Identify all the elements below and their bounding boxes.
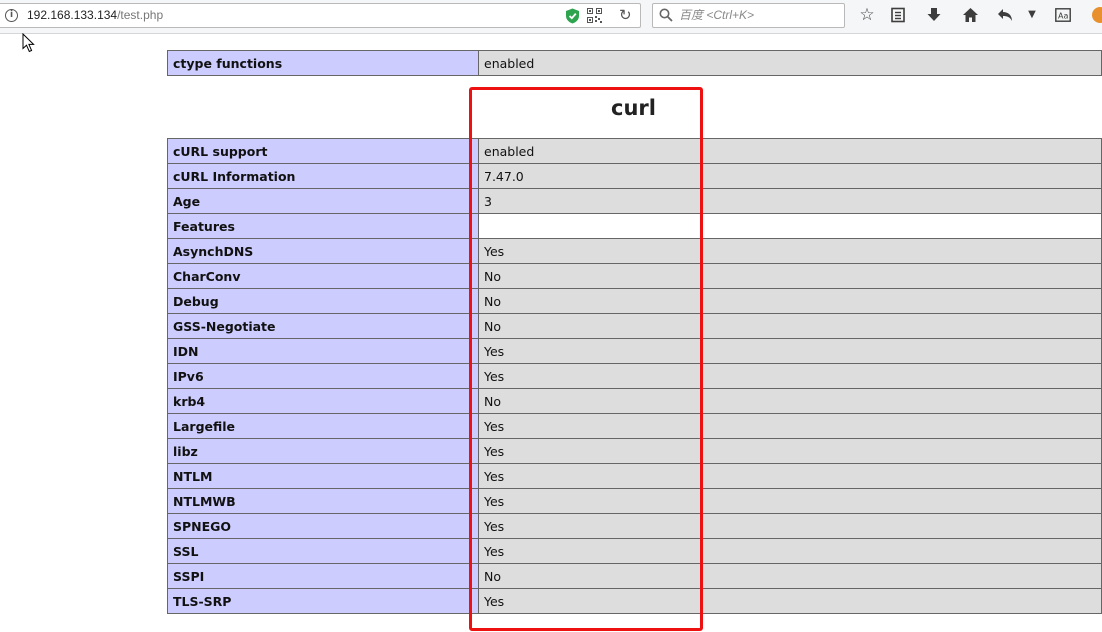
search-icon [659,8,673,22]
row-value: Yes [478,538,1102,564]
row-value: Yes [478,513,1102,539]
row-label: CharConv [167,263,479,289]
row-value: Yes [478,338,1102,364]
address-bar[interactable]: i 192.168.133.134/test.php ↻ [0,3,641,28]
curl-table: cURL support enabled cURL Information 7.47… [167,138,1102,614]
qr-code-icon[interactable] [587,8,602,23]
url-host: 192.168.133.134 [27,8,118,22]
table-row: Features [167,213,1102,239]
search-bar[interactable]: 百度 <Ctrl+K> [652,3,845,28]
row-label: Age [167,188,479,214]
reload-icon[interactable]: ↻ [619,6,632,25]
row-label: ctype functions [167,50,479,76]
table-row: Debug No [167,288,1102,314]
row-label: IPv6 [167,363,479,389]
row-value: Yes [478,413,1102,439]
row-value: 3 [478,188,1102,214]
row-label: libz [167,438,479,464]
back-icon[interactable] [995,5,1015,25]
table-row: SPNEGO Yes [167,513,1102,539]
row-label: SSL [167,538,479,564]
svg-text:Aa: Aa [1058,12,1068,21]
reader-mode-icon[interactable]: Aa [1053,5,1073,25]
table-row: ctype functions enabled [167,50,1102,76]
row-label: Debug [167,288,479,314]
table-row: cURL support enabled [167,138,1102,164]
row-value: enabled [478,138,1102,164]
url-text[interactable]: 192.168.133.134/test.php [27,8,163,23]
row-label: Features [167,213,479,239]
avatar-icon[interactable] [1092,7,1102,23]
row-label: Largefile [167,413,479,439]
shield-icon[interactable] [565,8,580,24]
table-row: IPv6 Yes [167,363,1102,389]
section-title: curl [611,96,656,120]
row-value: No [478,563,1102,589]
table-row: IDN Yes [167,338,1102,364]
url-path: /test.php [117,8,164,22]
table-row: AsynchDNS Yes [167,238,1102,264]
browser-toolbar: i 192.168.133.134/test.php ↻ 百度 <Ctrl+K>… [0,0,1102,34]
table-row: krb4 No [167,388,1102,414]
ctype-table: ctype functions enabled [167,50,1102,76]
row-value: Yes [478,588,1102,614]
row-value: No [478,263,1102,289]
reader-list-icon[interactable] [888,5,908,25]
row-value: No [478,388,1102,414]
row-label: AsynchDNS [167,238,479,264]
table-row: NTLMWB Yes [167,488,1102,514]
row-label: GSS-Negotiate [167,313,479,339]
row-value: 7.47.0 [478,163,1102,189]
search-placeholder: 百度 <Ctrl+K> [679,8,755,22]
row-value: No [478,288,1102,314]
row-label: SPNEGO [167,513,479,539]
row-label: IDN [167,338,479,364]
row-value: No [478,313,1102,339]
row-label: SSPI [167,563,479,589]
menu-dropdown-icon[interactable]: ▼ [1022,5,1042,25]
table-row: Age 3 [167,188,1102,214]
table-row: NTLM Yes [167,463,1102,489]
row-value: Yes [478,238,1102,264]
table-row: CharConv No [167,263,1102,289]
row-label: cURL Information [167,163,479,189]
table-row: TLS-SRP Yes [167,588,1102,614]
mouse-cursor-icon [22,33,35,53]
table-row: GSS-Negotiate No [167,313,1102,339]
info-icon[interactable]: i [5,9,18,22]
table-row: Largefile Yes [167,413,1102,439]
table-row: cURL Information 7.47.0 [167,163,1102,189]
row-value [478,213,1102,239]
home-icon[interactable] [960,5,980,25]
row-label: krb4 [167,388,479,414]
row-value: enabled [478,50,1102,76]
table-row: libz Yes [167,438,1102,464]
row-value: Yes [478,463,1102,489]
row-label: cURL support [167,138,479,164]
row-label: NTLM [167,463,479,489]
row-label: NTLMWB [167,488,479,514]
table-row: SSPI No [167,563,1102,589]
row-value: Yes [478,488,1102,514]
row-value: Yes [478,363,1102,389]
row-value: Yes [478,438,1102,464]
table-row: SSL Yes [167,538,1102,564]
download-icon[interactable] [924,5,944,25]
bookmark-star-icon[interactable]: ☆ [857,5,877,25]
row-label: TLS-SRP [167,588,479,614]
